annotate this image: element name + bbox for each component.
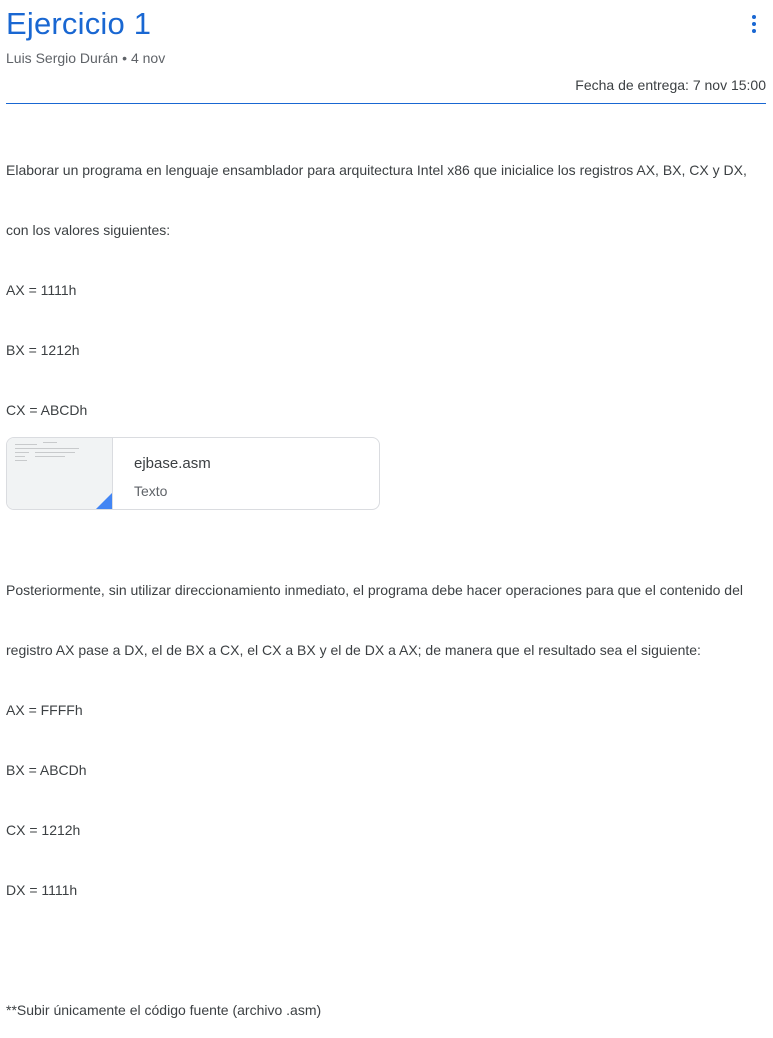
description-line: CX = 1212h <box>6 822 81 838</box>
text-file-thumbnail-icon <box>7 438 113 509</box>
thumb-line <box>15 452 29 453</box>
more-vert-icon <box>752 15 756 19</box>
due-date: Fecha de entrega: 7 nov 15:00 <box>575 77 766 93</box>
description-line: registro AX pase a DX, el de BX a CX, el… <box>6 642 701 658</box>
description-line: con los valores siguientes: <box>6 222 171 238</box>
thumb-line <box>15 456 25 457</box>
assignment-description: Elaborar un programa en lenguaje ensambl… <box>6 120 770 1038</box>
attachment-name: ejbase.asm <box>134 455 211 472</box>
description-line: Elaborar un programa en lenguaje ensambl… <box>6 162 747 178</box>
description-line: AX = 1111h <box>6 282 77 298</box>
more-options-button[interactable] <box>740 10 768 38</box>
more-vert-icon-dot <box>752 22 756 26</box>
posted-date: 4 nov <box>130 50 166 66</box>
description-line: BX = ABCDh <box>6 762 87 778</box>
header-divider <box>6 103 766 104</box>
upload-note: **Subir únicamente el código fuente (arc… <box>6 1002 322 1018</box>
thumb-line <box>15 444 37 445</box>
more-vert-icon-dot <box>752 29 756 33</box>
thumb-line <box>15 460 27 461</box>
attachment-card[interactable]: ejbase.asm Texto <box>6 437 380 510</box>
page-title: Ejercicio 1 <box>6 6 152 41</box>
attachment-info: ejbase.asm Texto <box>113 438 211 509</box>
description-line: AX = FFFFh <box>6 702 83 718</box>
thumb-line <box>15 448 79 449</box>
attachment-type: Texto <box>134 483 168 499</box>
thumb-line <box>35 452 75 453</box>
thumb-line <box>35 456 65 457</box>
thumb-line <box>43 442 57 443</box>
description-line: Posteriormente, sin utilizar direccionam… <box>6 582 743 598</box>
description-line: CX = ABCDh <box>6 402 88 418</box>
description-line: DX = 1111h <box>6 882 78 898</box>
author-name: Luis Sergio Durán <box>6 50 119 66</box>
description-line: BX = 1212h <box>6 342 80 358</box>
assignment-meta: Luis Sergio Durán • 4 nov <box>6 48 165 68</box>
meta-separator: • <box>122 50 127 66</box>
file-corner-fold <box>96 493 112 509</box>
